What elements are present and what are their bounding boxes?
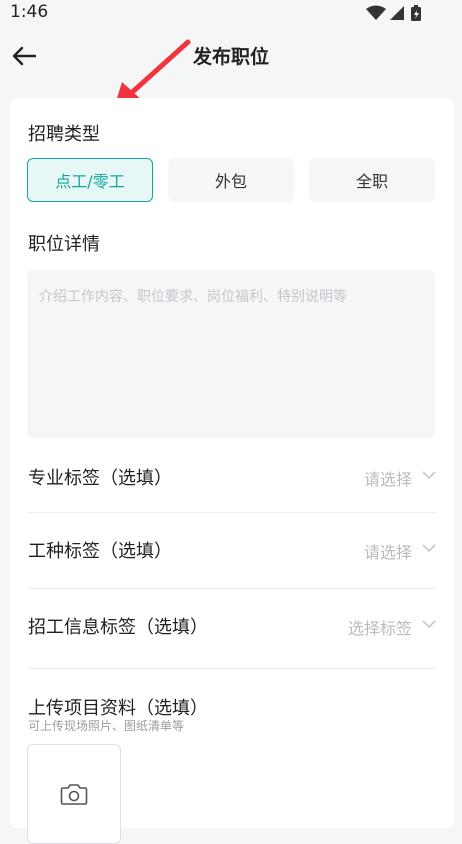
recruit-type-option-fulltime[interactable]: 全职 xyxy=(309,158,435,202)
major-tag-label: 专业标签（选填） xyxy=(28,468,172,489)
recruit-info-tag-value: 选择标签 xyxy=(347,619,412,638)
divider xyxy=(28,668,436,669)
work-type-tag-label: 工种标签（选填） xyxy=(28,541,172,562)
camera-icon xyxy=(60,784,88,805)
chevron-down-icon xyxy=(422,544,436,553)
work-type-tag-select[interactable]: 工种标签（选填） 请选择 xyxy=(28,513,436,587)
status-bar: 1:46 xyxy=(0,0,462,26)
recruit-type-option-gig[interactable]: 点工/零工 xyxy=(27,158,153,202)
recruit-type-title: 招聘类型 xyxy=(28,124,100,145)
recruit-type-options: 点工/零工 外包 全职 xyxy=(27,158,435,202)
chevron-down-icon xyxy=(422,471,436,480)
signal-icon xyxy=(390,6,404,20)
recruit-info-tag-select[interactable]: 招工信息标签（选填） 选择标签 xyxy=(28,589,436,663)
wifi-icon xyxy=(366,5,386,20)
status-time: 1:46 xyxy=(10,2,49,22)
chevron-down-icon xyxy=(422,620,436,629)
app-header: 发布职位 xyxy=(0,26,462,86)
upload-subtitle: 可上传现场照片、图纸清单等 xyxy=(28,719,185,733)
upload-photo-button[interactable] xyxy=(27,744,121,844)
page-title: 发布职位 xyxy=(192,46,269,68)
major-tag-select[interactable]: 专业标签（选填） 请选择 xyxy=(28,440,436,514)
major-tag-value: 请选择 xyxy=(363,470,412,489)
battery-icon xyxy=(411,5,421,21)
recruit-info-tag-label: 招工信息标签（选填） xyxy=(28,617,208,638)
status-icons xyxy=(366,5,421,21)
form-card: 招聘类型 点工/零工 外包 全职 职位详情 专业标签（选填） 请选择 工种标签（… xyxy=(10,98,454,844)
job-detail-title: 职位详情 xyxy=(28,234,100,255)
work-type-tag-value: 请选择 xyxy=(363,543,412,562)
job-detail-input[interactable] xyxy=(27,270,435,438)
recruit-type-option-outsource[interactable]: 外包 xyxy=(168,158,294,202)
